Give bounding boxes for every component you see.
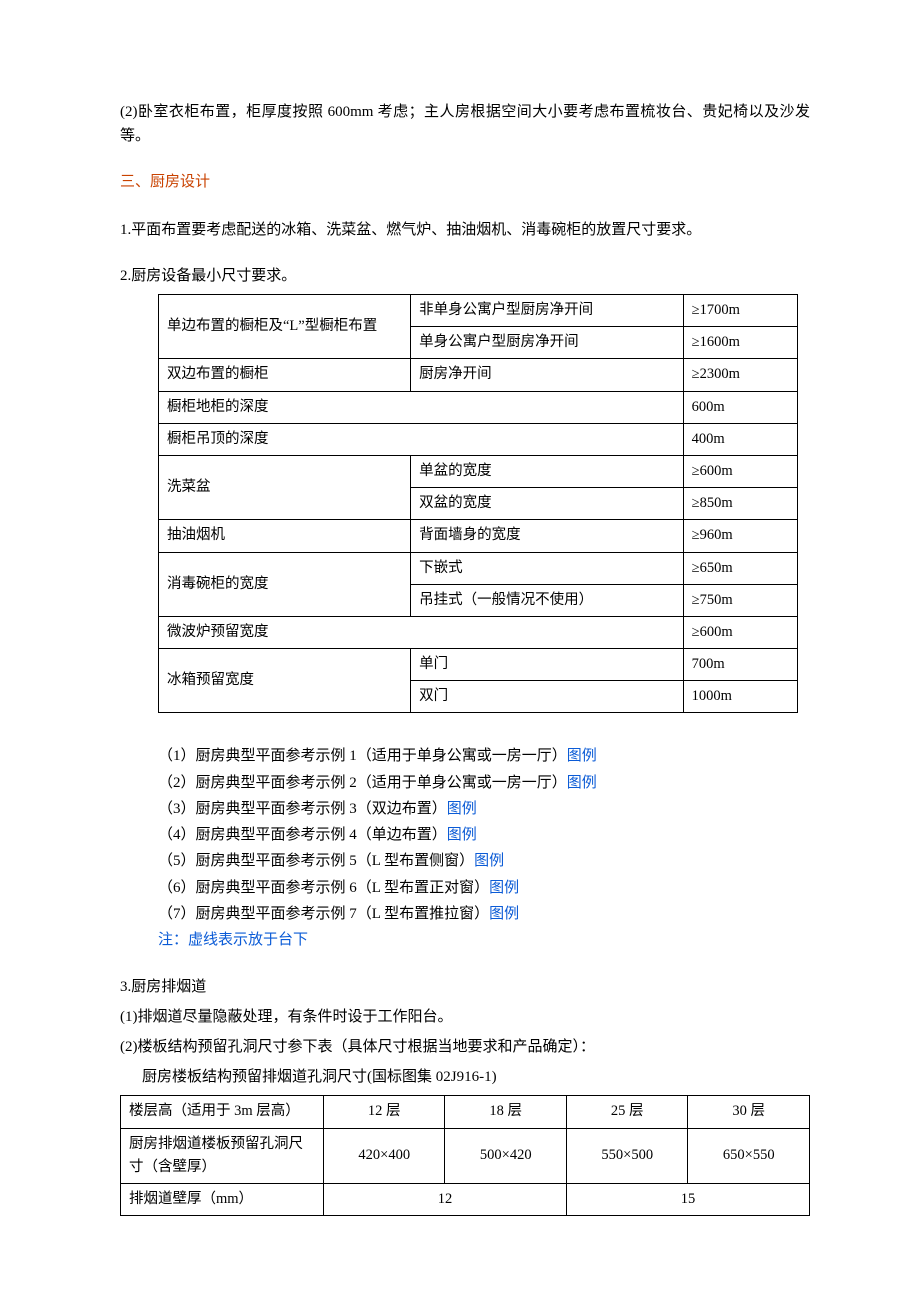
example-link[interactable]: 图例 [567, 775, 597, 791]
cell: 厨房排烟道楼板预留孔洞尺寸（含壁厚） [121, 1128, 324, 1183]
table-row: 橱柜地柜的深度 600m [159, 391, 798, 423]
intro-paragraph: (2)卧室衣柜布置，柜厚度按照 600mm 考虑；主人房根据空间大小要考虑布置梳… [120, 100, 810, 148]
table-row: 微波炉预留宽度 ≥600m [159, 616, 798, 648]
cell: ≥650m [683, 552, 797, 584]
table-row: 单边布置的橱柜及“L”型橱柜布置 非单身公寓户型厨房净开间 ≥1700m [159, 295, 798, 327]
cell: 背面墙身的宽度 [411, 520, 684, 552]
cell: 微波炉预留宽度 [159, 616, 684, 648]
cell: 18 层 [445, 1096, 567, 1128]
cell: 420×400 [323, 1128, 445, 1183]
cell: 650×550 [688, 1128, 810, 1183]
example-text: （6）厨房典型平面参考示例 6（L 型布置正对窗） [158, 880, 489, 896]
cell: 非单身公寓户型厨房净开间 [411, 295, 684, 327]
example-text: （4）厨房典型平面参考示例 4（单边布置） [158, 827, 447, 843]
table-row: 消毒碗柜的宽度 下嵌式 ≥650m [159, 552, 798, 584]
cell: ≥1600m [683, 327, 797, 359]
cell: 双边布置的橱柜 [159, 359, 411, 391]
table-row: 厨房排烟道楼板预留孔洞尺寸（含壁厚） 420×400 500×420 550×5… [121, 1128, 810, 1183]
cell: 12 [323, 1184, 566, 1216]
cell: 冰箱预留宽度 [159, 649, 411, 713]
point-1: 1.平面布置要考虑配送的冰箱、洗菜盆、燃气炉、抽油烟机、消毒碗柜的放置尺寸要求。 [120, 218, 810, 242]
point-3: 3.厨房排烟道 [120, 975, 810, 999]
cell: ≥2300m [683, 359, 797, 391]
kitchen-dimensions-table: 单边布置的橱柜及“L”型橱柜布置 非单身公寓户型厨房净开间 ≥1700m 单身公… [158, 294, 798, 713]
example-item: （6）厨房典型平面参考示例 6（L 型布置正对窗）图例 [158, 875, 810, 901]
point-3-2: (2)楼板结构预留孔洞尺寸参下表（具体尺寸根据当地要求和产品确定）： [120, 1035, 810, 1059]
cell: 双盆的宽度 [411, 488, 684, 520]
cell: 单盆的宽度 [411, 455, 684, 487]
table-row: 洗菜盆 单盆的宽度 ≥600m [159, 455, 798, 487]
example-text: （5）厨房典型平面参考示例 5（L 型布置侧窗） [158, 853, 474, 869]
cell: 单身公寓户型厨房净开间 [411, 327, 684, 359]
cell: 橱柜吊顶的深度 [159, 423, 684, 455]
table-row: 冰箱预留宽度 单门 700m [159, 649, 798, 681]
example-item: （5）厨房典型平面参考示例 5（L 型布置侧窗）图例 [158, 848, 810, 874]
cell: 消毒碗柜的宽度 [159, 552, 411, 616]
point-3-1: (1)排烟道尽量隐蔽处理，有条件时设于工作阳台。 [120, 1005, 810, 1029]
cell: 600m [683, 391, 797, 423]
example-item: （3）厨房典型平面参考示例 3（双边布置）图例 [158, 796, 810, 822]
example-text: （1）厨房典型平面参考示例 1（适用于单身公寓或一房一厅） [158, 748, 567, 764]
point-2: 2.厨房设备最小尺寸要求。 [120, 264, 810, 288]
cell: ≥600m [683, 616, 797, 648]
cell: 橱柜地柜的深度 [159, 391, 684, 423]
example-item: （7）厨房典型平面参考示例 7（L 型布置推拉窗）图例 [158, 901, 810, 927]
example-link[interactable]: 图例 [489, 880, 519, 896]
table-row: 楼层高（适用于 3m 层高） 12 层 18 层 25 层 30 层 [121, 1096, 810, 1128]
cell: 700m [683, 649, 797, 681]
cell: 单门 [411, 649, 684, 681]
example-link[interactable]: 图例 [447, 801, 477, 817]
table-row: 排烟道壁厚（mm） 12 15 [121, 1184, 810, 1216]
example-link[interactable]: 图例 [474, 853, 504, 869]
example-text: （7）厨房典型平面参考示例 7（L 型布置推拉窗） [158, 906, 489, 922]
table-row: 抽油烟机 背面墙身的宽度 ≥960m [159, 520, 798, 552]
cell: 15 [566, 1184, 809, 1216]
example-link[interactable]: 图例 [489, 906, 519, 922]
cell: 500×420 [445, 1128, 567, 1183]
cell: 12 层 [323, 1096, 445, 1128]
cell: 厨房净开间 [411, 359, 684, 391]
cell: 洗菜盆 [159, 455, 411, 519]
example-item: （2）厨房典型平面参考示例 2（适用于单身公寓或一房一厅）图例 [158, 770, 810, 796]
example-text: （3）厨房典型平面参考示例 3（双边布置） [158, 801, 447, 817]
example-text: （2）厨房典型平面参考示例 2（适用于单身公寓或一房一厅） [158, 775, 567, 791]
cell: 下嵌式 [411, 552, 684, 584]
cell: 单边布置的橱柜及“L”型橱柜布置 [159, 295, 411, 359]
cell: 1000m [683, 681, 797, 713]
table-row: 双边布置的橱柜 厨房净开间 ≥2300m [159, 359, 798, 391]
cell: 排烟道壁厚（mm） [121, 1184, 324, 1216]
duct-hole-table: 楼层高（适用于 3m 层高） 12 层 18 层 25 层 30 层 厨房排烟道… [120, 1095, 810, 1216]
cell: ≥960m [683, 520, 797, 552]
example-note: 注：虚线表示放于台下 [158, 927, 810, 953]
example-link[interactable]: 图例 [447, 827, 477, 843]
example-link[interactable]: 图例 [567, 748, 597, 764]
cell: 抽油烟机 [159, 520, 411, 552]
cell: 25 层 [566, 1096, 688, 1128]
example-list: （1）厨房典型平面参考示例 1（适用于单身公寓或一房一厅）图例 （2）厨房典型平… [158, 743, 810, 953]
cell: 550×500 [566, 1128, 688, 1183]
cell: ≥750m [683, 584, 797, 616]
cell: 楼层高（适用于 3m 层高） [121, 1096, 324, 1128]
cell: ≥850m [683, 488, 797, 520]
cell: 400m [683, 423, 797, 455]
cell: 吊挂式（一般情况不使用） [411, 584, 684, 616]
section-3-heading: 三、厨房设计 [120, 170, 810, 194]
example-item: （1）厨房典型平面参考示例 1（适用于单身公寓或一房一厅）图例 [158, 743, 810, 769]
table-row: 橱柜吊顶的深度 400m [159, 423, 798, 455]
point-3-caption: 厨房楼板结构预留排烟道孔洞尺寸(国标图集 02J916-1) [120, 1065, 810, 1089]
example-item: （4）厨房典型平面参考示例 4（单边布置）图例 [158, 822, 810, 848]
cell: 双门 [411, 681, 684, 713]
cell: ≥600m [683, 455, 797, 487]
cell: 30 层 [688, 1096, 810, 1128]
cell: ≥1700m [683, 295, 797, 327]
